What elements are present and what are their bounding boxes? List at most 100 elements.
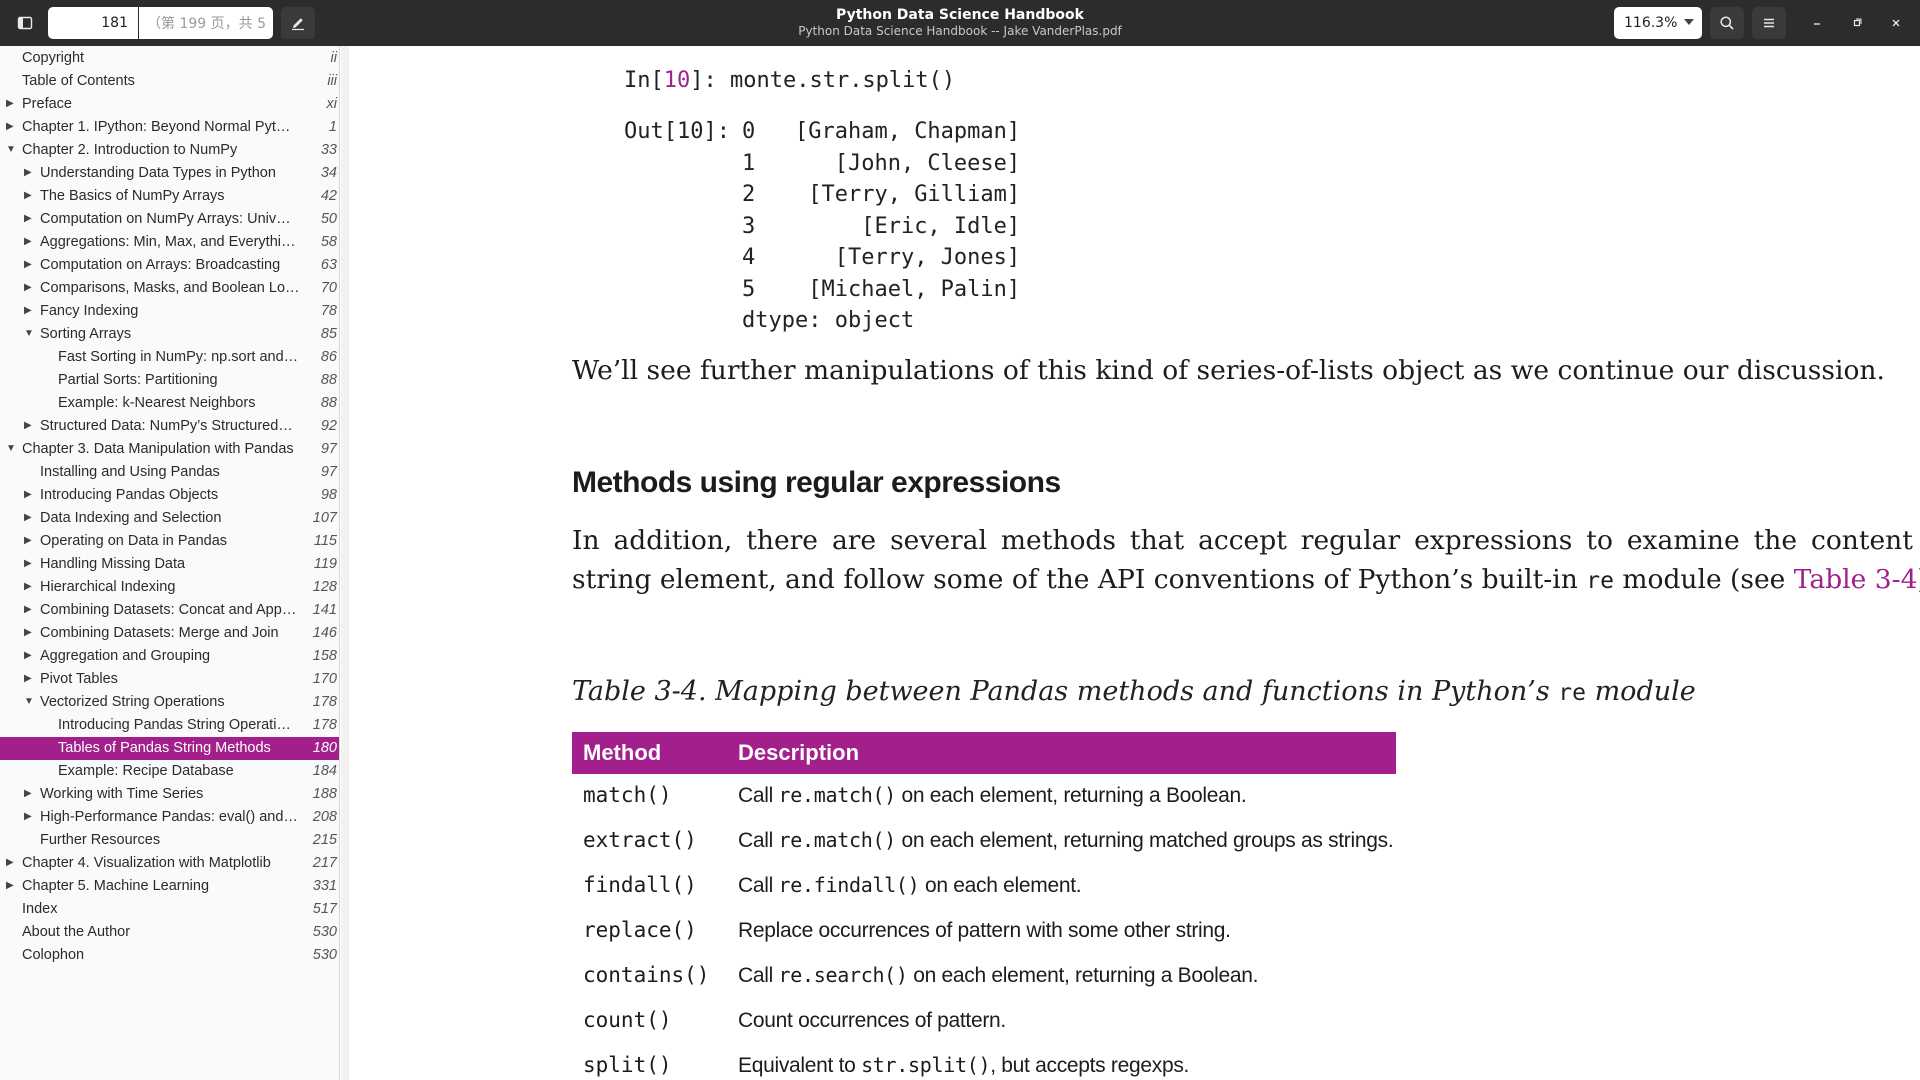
outline-item[interactable]: Tables of Pandas String Methods 180: [0, 737, 339, 760]
outline-item[interactable]: ▶ Introducing Pandas Objects 98: [0, 484, 339, 507]
outline-item-label: Pivot Tables: [40, 671, 118, 687]
outline-item[interactable]: Table of Contents iii: [0, 70, 339, 93]
outline-item[interactable]: ▶ Handling Missing Data 119: [0, 553, 339, 576]
outline-item[interactable]: ▼ Sorting Arrays 85: [0, 323, 339, 346]
collapsed-triangle-icon[interactable]: ▶: [24, 260, 34, 270]
description-cell: Replace occurrences of pattern with some…: [738, 919, 1231, 942]
outline-item[interactable]: Introducing Pandas String Operati… 178: [0, 714, 339, 737]
outline-item[interactable]: ▶ Combining Datasets: Merge and Join 146: [0, 622, 339, 645]
outline-item[interactable]: ▶ Structured Data: NumPy’s Structured… 92: [0, 415, 339, 438]
outline-item[interactable]: ▶ Hierarchical Indexing 128: [0, 576, 339, 599]
outline-item-label: Computation on NumPy Arrays: Univ…: [40, 211, 291, 227]
collapsed-triangle-icon[interactable]: ▶: [24, 306, 34, 316]
outline-item-label: Chapter 3. Data Manipulation with Pandas: [22, 441, 294, 457]
collapsed-triangle-icon[interactable]: ▶: [6, 99, 16, 109]
collapsed-triangle-icon[interactable]: ▶: [24, 191, 34, 201]
restore-icon[interactable]: [1840, 7, 1874, 39]
outline-item-page: 98: [320, 487, 337, 503]
collapsed-triangle-icon[interactable]: ▶: [6, 858, 16, 868]
outline-item[interactable]: Further Resources 215: [0, 829, 339, 852]
outline-item[interactable]: About the Author 530: [0, 921, 339, 944]
outline-item[interactable]: ▶ Combining Datasets: Concat and App… 141: [0, 599, 339, 622]
outline-item[interactable]: ▶ High-Performance Pandas: eval() and… 208: [0, 806, 339, 829]
outline-item[interactable]: ▼ Chapter 2. Introduction to NumPy 33: [0, 139, 339, 162]
outline-item[interactable]: ▶ Chapter 1. IPython: Beyond Normal Pyt… 1: [0, 116, 339, 139]
expanded-triangle-icon[interactable]: ▼: [24, 329, 34, 339]
outline-item-label: Operating on Data in Pandas: [40, 533, 228, 549]
outline-item[interactable]: ▶ The Basics of NumPy Arrays 42: [0, 185, 339, 208]
expanded-triangle-icon[interactable]: ▼: [24, 697, 34, 707]
close-icon[interactable]: [1879, 7, 1913, 39]
collapsed-triangle-icon[interactable]: ▶: [24, 421, 34, 431]
outline-item[interactable]: ▶ Data Indexing and Selection 107: [0, 507, 339, 530]
outline-item-label: Installing and Using Pandas: [40, 464, 220, 480]
collapsed-triangle-icon[interactable]: ▶: [24, 674, 34, 684]
expanded-triangle-icon[interactable]: ▼: [6, 444, 16, 454]
collapsed-triangle-icon[interactable]: ▶: [24, 789, 34, 799]
outline-item-label: Handling Missing Data: [40, 556, 186, 572]
method-cell: split(): [583, 1053, 672, 1077]
collapsed-triangle-icon[interactable]: ▶: [24, 513, 34, 523]
outline-item[interactable]: Colophon 530: [0, 944, 339, 967]
outline-item[interactable]: ▶ Pivot Tables 170: [0, 668, 339, 691]
collapsed-triangle-icon[interactable]: ▶: [24, 168, 34, 178]
outline-item-page: 88: [320, 395, 337, 411]
sidebar-toggle-icon[interactable]: [8, 7, 42, 39]
collapsed-triangle-icon[interactable]: ▶: [24, 237, 34, 247]
collapsed-triangle-icon[interactable]: ▶: [24, 651, 34, 661]
collapsed-triangle-icon[interactable]: ▶: [24, 559, 34, 569]
collapsed-triangle-icon[interactable]: ▶: [24, 283, 34, 293]
table-3-4-link[interactable]: Table 3-4: [1794, 564, 1918, 595]
page-number-input[interactable]: 181: [48, 7, 138, 39]
collapsed-triangle-icon[interactable]: ▶: [24, 214, 34, 224]
outline-item[interactable]: ▶ Comparisons, Masks, and Boolean Lo… 70: [0, 277, 339, 300]
outline-item-page: 141: [312, 602, 337, 618]
paragraph-series-of-lists: We’ll see further manipulations of this …: [572, 355, 1885, 386]
outline-item[interactable]: ▶ Chapter 4. Visualization with Matplotli…: [0, 852, 339, 875]
annotate-pencil-icon[interactable]: [281, 7, 315, 39]
outline-item-page: 88: [320, 372, 337, 388]
page-count-hint: （第 199 页，共 5: [139, 7, 273, 39]
outline-item-page: 107: [312, 510, 337, 526]
collapsed-triangle-icon[interactable]: ▶: [24, 605, 34, 615]
outline-item[interactable]: ▼ Vectorized String Operations 178: [0, 691, 339, 714]
outline-item[interactable]: ▶ Chapter 5. Machine Learning 331: [0, 875, 339, 898]
outline-item[interactable]: Example: Recipe Database 184: [0, 760, 339, 783]
outline-item[interactable]: ▼ Chapter 3. Data Manipulation with Panda…: [0, 438, 339, 461]
collapsed-triangle-icon[interactable]: ▶: [24, 812, 34, 822]
outline-item[interactable]: ▶ Preface xi: [0, 93, 339, 116]
outline-item-page: 92: [320, 418, 337, 434]
collapsed-triangle-icon[interactable]: ▶: [24, 536, 34, 546]
expanded-triangle-icon[interactable]: ▼: [6, 145, 16, 155]
outline-item[interactable]: Fast Sorting in NumPy: np.sort and… 86: [0, 346, 339, 369]
outline-item-page: 331: [312, 878, 337, 894]
collapsed-triangle-icon[interactable]: ▶: [6, 122, 16, 132]
minimize-icon[interactable]: [1800, 7, 1834, 39]
hamburger-menu-icon[interactable]: [1752, 7, 1786, 39]
document-view[interactable]: In[10]: monte.str.split() Out[10]: 0 [Gr…: [341, 46, 1920, 1080]
outline-item[interactable]: ▶ Aggregation and Grouping 158: [0, 645, 339, 668]
collapsed-triangle-icon[interactable]: ▶: [6, 881, 16, 891]
outline-item-label: High-Performance Pandas: eval() and…: [40, 809, 298, 825]
outline-item[interactable]: ▶ Fancy Indexing 78: [0, 300, 339, 323]
zoom-select[interactable]: 116.3%: [1614, 7, 1702, 39]
outline-item[interactable]: ▶ Operating on Data in Pandas 115: [0, 530, 339, 553]
outline-item[interactable]: ▶ Computation on Arrays: Broadcasting 63: [0, 254, 339, 277]
collapsed-triangle-icon[interactable]: ▶: [24, 490, 34, 500]
outline-item[interactable]: Installing and Using Pandas 97: [0, 461, 339, 484]
outline-item[interactable]: Example: k-Nearest Neighbors 88: [0, 392, 339, 415]
outline-item[interactable]: Index 517: [0, 898, 339, 921]
table-row: findall() Call re.findall() on each eleme…: [572, 864, 1396, 909]
search-icon[interactable]: [1710, 7, 1744, 39]
collapsed-triangle-icon[interactable]: ▶: [24, 582, 34, 592]
outline-item[interactable]: ▶ Computation on NumPy Arrays: Univ… 50: [0, 208, 339, 231]
collapsed-triangle-icon[interactable]: ▶: [24, 628, 34, 638]
outline-item-label: Example: k-Nearest Neighbors: [58, 395, 256, 411]
outline-item[interactable]: Partial Sorts: Partitioning 88: [0, 369, 339, 392]
outline-item[interactable]: ▶ Understanding Data Types in Python 34: [0, 162, 339, 185]
method-cell: findall(): [583, 873, 697, 897]
outline-item-page: 42: [320, 188, 337, 204]
outline-item[interactable]: Copyright ii: [0, 47, 339, 70]
outline-item[interactable]: ▶ Aggregations: Min, Max, and Everythi… 58: [0, 231, 339, 254]
outline-item[interactable]: ▶ Working with Time Series 188: [0, 783, 339, 806]
